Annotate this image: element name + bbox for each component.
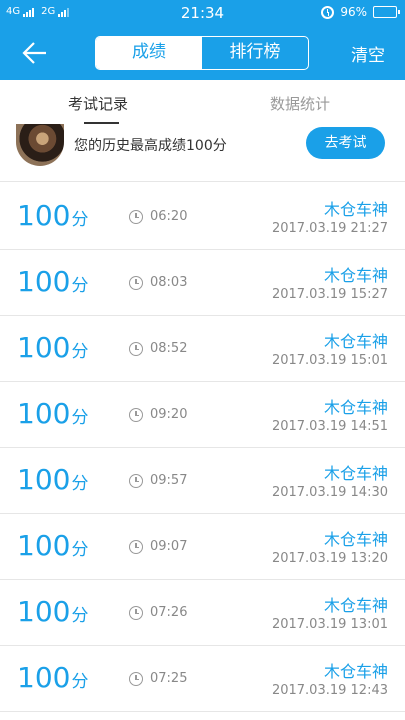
record-duration: 09:07 xyxy=(150,539,188,554)
record-date: 2017.03.19 13:20 xyxy=(271,551,388,566)
record-score-value: 100 xyxy=(17,331,71,364)
tab-statistics[interactable]: 数据统计 xyxy=(270,93,330,114)
record-duration: 06:20 xyxy=(150,209,188,224)
record-score-value: 100 xyxy=(17,463,71,496)
record-row[interactable]: 100分 08:03 木仓车神 2017.03.19 15:27 xyxy=(0,250,405,316)
record-name: 木仓车神 xyxy=(323,332,388,351)
record-score-value: 100 xyxy=(17,199,71,232)
record-score-unit: 分 xyxy=(71,474,89,494)
record-score: 100分 xyxy=(17,266,88,302)
record-score-value: 100 xyxy=(17,397,71,430)
sub-tabs: 考试记录 数据统计 xyxy=(0,80,405,124)
record-score-unit: 分 xyxy=(71,408,89,428)
app-header: 成绩 排行榜 清空 xyxy=(0,26,405,80)
clock-icon xyxy=(129,540,143,554)
clock-icon xyxy=(129,606,143,620)
back-button[interactable] xyxy=(14,38,54,68)
record-score-unit: 分 xyxy=(71,276,89,296)
record-date: 2017.03.19 21:27 xyxy=(271,221,388,236)
record-duration: 08:03 xyxy=(150,275,188,290)
record-score-value: 100 xyxy=(17,595,71,628)
record-duration: 09:57 xyxy=(150,473,188,488)
record-name: 木仓车神 xyxy=(323,398,388,417)
record-name: 木仓车神 xyxy=(323,530,388,549)
arrow-left-icon xyxy=(22,42,46,64)
record-name: 木仓车神 xyxy=(323,662,388,681)
record-duration: 08:52 xyxy=(150,341,188,356)
battery-percent: 96% xyxy=(340,5,367,19)
status-bar: 4G 2G 21:34 96% xyxy=(0,0,405,26)
clock-icon xyxy=(129,474,143,488)
record-date: 2017.03.19 14:30 xyxy=(271,485,388,500)
record-row[interactable]: 100分 08:52 木仓车神 2017.03.19 15:01 xyxy=(0,316,405,382)
record-score-unit: 分 xyxy=(71,210,89,230)
record-date: 2017.03.19 14:51 xyxy=(271,419,388,434)
start-exam-button[interactable]: 去考试 xyxy=(306,127,385,159)
record-duration: 07:25 xyxy=(150,671,188,686)
record-score: 100分 xyxy=(17,662,88,698)
record-score: 100分 xyxy=(17,398,88,434)
record-row[interactable]: 100分 07:26 木仓车神 2017.03.19 13:01 xyxy=(0,580,405,646)
clock-icon xyxy=(129,276,143,290)
alarm-clock-icon xyxy=(321,5,335,19)
clear-button[interactable]: 清空 xyxy=(351,41,385,66)
segmented-control: 成绩 排行榜 xyxy=(95,36,309,70)
record-score-value: 100 xyxy=(17,529,71,562)
record-date: 2017.03.19 15:27 xyxy=(271,287,388,302)
record-score-unit: 分 xyxy=(71,342,89,362)
record-duration: 07:26 xyxy=(150,605,188,620)
record-date: 2017.03.19 15:01 xyxy=(271,353,388,368)
record-score-unit: 分 xyxy=(71,672,89,692)
record-score-value: 100 xyxy=(17,661,71,694)
tab-scores[interactable]: 成绩 xyxy=(96,37,202,69)
best-score-text: 您的历史最高成绩100分 xyxy=(74,138,227,154)
record-score-value: 100 xyxy=(17,265,71,298)
record-row[interactable]: 100分 09:57 木仓车神 2017.03.19 14:30 xyxy=(0,448,405,514)
avatar xyxy=(16,124,64,166)
record-row[interactable]: 100分 09:20 木仓车神 2017.03.19 14:51 xyxy=(0,382,405,448)
record-score: 100分 xyxy=(17,464,88,500)
record-duration: 09:20 xyxy=(150,407,188,422)
record-score-unit: 分 xyxy=(71,606,89,626)
record-score: 100分 xyxy=(17,332,88,368)
record-row[interactable]: 100分 07:25 木仓车神 2017.03.19 12:43 xyxy=(0,646,405,712)
record-row[interactable]: 100分 09:07 木仓车神 2017.03.19 13:20 xyxy=(0,514,405,580)
record-row[interactable]: 100分 06:20 木仓车神 2017.03.19 21:27 xyxy=(0,184,405,250)
best-score-banner: 您的历史最高成绩100分 去考试 xyxy=(0,124,405,182)
record-score: 100分 xyxy=(17,200,88,236)
tab-exam-records[interactable]: 考试记录 xyxy=(68,93,128,114)
status-right: 96% xyxy=(321,5,400,19)
record-name: 木仓车神 xyxy=(323,596,388,615)
clock-icon xyxy=(129,408,143,422)
record-score: 100分 xyxy=(17,596,88,632)
record-name: 木仓车神 xyxy=(323,266,388,285)
record-date: 2017.03.19 13:01 xyxy=(271,617,388,632)
record-list: 100分 06:20 木仓车神 2017.03.19 21:27 100分 08:03 木仓… xyxy=(0,184,405,712)
clock-icon xyxy=(129,342,143,356)
record-name: 木仓车神 xyxy=(323,200,388,219)
clock-icon xyxy=(129,672,143,686)
record-score-unit: 分 xyxy=(71,540,89,560)
clock-icon xyxy=(129,210,143,224)
record-date: 2017.03.19 12:43 xyxy=(271,683,388,698)
record-name: 木仓车神 xyxy=(323,464,388,483)
tab-leaderboard[interactable]: 排行榜 xyxy=(202,37,308,69)
record-score: 100分 xyxy=(17,530,88,566)
battery-icon xyxy=(373,6,400,18)
